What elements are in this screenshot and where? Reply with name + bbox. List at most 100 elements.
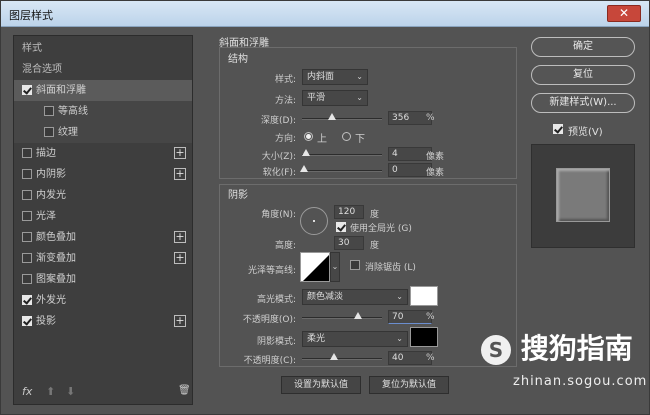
depth-slider-thumb[interactable] [328, 113, 336, 120]
shadow-opacity-unit: % [426, 353, 435, 363]
angle-dial-center [313, 220, 315, 222]
style-item-checkbox[interactable] [44, 106, 54, 116]
bevel-style-select[interactable]: 内斜面 ⌄ [302, 69, 368, 85]
trash-icon[interactable]: 🗑 [178, 385, 191, 396]
highlight-mode-label: 高光模式: [256, 295, 296, 305]
style-item-label: 内发光 [36, 190, 66, 201]
style-item-label: 描边 [36, 148, 56, 159]
shadow-opacity-thumb[interactable] [330, 353, 338, 360]
style-item-checkbox[interactable] [22, 148, 32, 158]
chevron-down-icon: ⌄ [396, 334, 403, 343]
style-list-item[interactable]: 颜色叠加 + [14, 227, 192, 248]
style-item-label: 纹理 [58, 127, 78, 138]
size-unit: 像素 [426, 152, 445, 162]
direction-up-label: 上 [317, 134, 327, 145]
chevron-down-icon: ⌄ [396, 292, 403, 301]
new-style-button[interactable]: 新建样式(W)... [531, 93, 635, 113]
style-item-checkbox[interactable] [22, 295, 32, 305]
global-light-checkbox[interactable] [336, 222, 346, 232]
fx-icon[interactable]: fx [22, 385, 32, 398]
highlight-opacity-unit: % [426, 312, 435, 322]
style-list-item[interactable]: 内阴影 + [14, 164, 192, 185]
shadow-mode-select[interactable]: 柔光 ⌄ [302, 331, 408, 347]
move-up-icon[interactable]: ⬆ [46, 385, 55, 398]
style-item-label: 内阴影 [36, 169, 66, 180]
direction-down-label: 下 [355, 134, 365, 145]
add-effect-icon[interactable]: + [174, 315, 186, 327]
style-list-item[interactable]: 内发光 [14, 185, 192, 206]
style-item-checkbox[interactable] [22, 232, 32, 242]
style-list-item[interactable]: 等高线 [14, 101, 192, 122]
style-list-item[interactable]: 斜面和浮雕 [14, 80, 192, 101]
title-bar: 图层样式 ✕ [1, 1, 649, 27]
soften-slider[interactable] [300, 165, 382, 172]
altitude-unit: 度 [370, 241, 380, 251]
style-item-checkbox[interactable] [22, 85, 32, 95]
style-item-checkbox[interactable] [22, 211, 32, 221]
style-list-item[interactable]: 混合选项 [14, 59, 192, 80]
shadow-opacity-label: 不透明度(C): [243, 356, 296, 366]
direction-down-radio[interactable] [342, 132, 351, 141]
style-list-item[interactable]: 样式 [14, 38, 192, 59]
anti-alias-checkbox[interactable] [350, 260, 360, 270]
style-item-label: 等高线 [58, 106, 88, 117]
style-item-checkbox[interactable] [44, 127, 54, 137]
add-effect-icon[interactable]: + [174, 252, 186, 264]
method-select[interactable]: 平滑 ⌄ [302, 90, 368, 106]
style-list-item[interactable]: 图案叠加 [14, 269, 192, 290]
highlight-mode-value: 颜色减淡 [307, 292, 344, 302]
style-item-checkbox[interactable] [22, 274, 32, 284]
method-value: 平滑 [307, 93, 326, 103]
window-title: 图层样式 [9, 9, 53, 22]
style-item-checkbox[interactable] [22, 316, 32, 326]
add-effect-icon[interactable]: + [174, 231, 186, 243]
structure-title: 结构 [228, 54, 248, 65]
style-list-footer: fx ⬆ ⬇ 🗑 [14, 380, 192, 404]
style-item-checkbox[interactable] [22, 169, 32, 179]
altitude-input[interactable]: 30 [334, 236, 364, 250]
highlight-opacity-label: 不透明度(O): [242, 315, 296, 325]
chevron-down-icon: ⌄ [356, 93, 363, 102]
style-list-item[interactable]: 外发光 [14, 290, 192, 311]
add-effect-icon[interactable]: + [174, 168, 186, 180]
contour-dropdown-arrow[interactable]: ⌄ [330, 252, 340, 282]
watermark-logo-text: 搜狗指南 [520, 332, 633, 365]
style-list-item[interactable]: 投影 + [14, 311, 192, 332]
size-slider-thumb[interactable] [302, 149, 310, 156]
make-default-button[interactable]: 设置为默认值 [281, 376, 361, 394]
close-button[interactable]: ✕ [607, 5, 641, 22]
style-item-label: 光泽 [36, 211, 56, 222]
sogou-s-icon: S [481, 335, 511, 365]
highlight-color-swatch[interactable] [410, 286, 438, 306]
style-item-label: 图案叠加 [36, 274, 76, 285]
watermark-url: zhinan.sogou.com [513, 374, 648, 389]
add-effect-icon[interactable]: + [174, 147, 186, 159]
angle-dial[interactable] [300, 207, 328, 235]
highlight-opacity-thumb[interactable] [354, 312, 362, 319]
preview-checkbox[interactable] [553, 124, 563, 134]
style-item-checkbox[interactable] [22, 253, 32, 263]
highlight-mode-select[interactable]: 颜色减淡 ⌄ [302, 289, 408, 305]
style-item-checkbox[interactable] [22, 190, 32, 200]
soften-slider-thumb[interactable] [300, 165, 308, 172]
style-list-item[interactable]: 渐变叠加 + [14, 248, 192, 269]
style-list-item[interactable]: 光泽 [14, 206, 192, 227]
reset-default-button[interactable]: 复位为默认值 [369, 376, 449, 394]
shadow-color-swatch[interactable] [410, 327, 438, 347]
layer-style-dialog: 图层样式 ✕ 样式 混合选项 斜面和浮雕等高线纹理 描边 + 内阴影 + 内发光光泽颜色叠加 +… [0, 0, 650, 415]
style-item-label: 颜色叠加 [36, 232, 76, 243]
altitude-label: 高度: [274, 241, 296, 251]
shadow-opacity-slider[interactable] [302, 353, 382, 360]
ok-button[interactable]: 确定 [531, 37, 635, 57]
direction-up-radio[interactable] [304, 132, 313, 141]
size-slider[interactable] [302, 149, 382, 156]
size-label: 大小(Z): [261, 152, 296, 162]
depth-slider[interactable] [302, 113, 382, 120]
move-down-icon[interactable]: ⬇ [66, 385, 75, 398]
style-list-item[interactable]: 纹理 [14, 122, 192, 143]
gloss-contour-preview[interactable] [300, 252, 330, 282]
angle-input[interactable]: 120 [334, 205, 364, 219]
highlight-opacity-slider[interactable] [302, 312, 382, 319]
style-list-item[interactable]: 描边 + [14, 143, 192, 164]
reset-button[interactable]: 复位 [531, 65, 635, 85]
